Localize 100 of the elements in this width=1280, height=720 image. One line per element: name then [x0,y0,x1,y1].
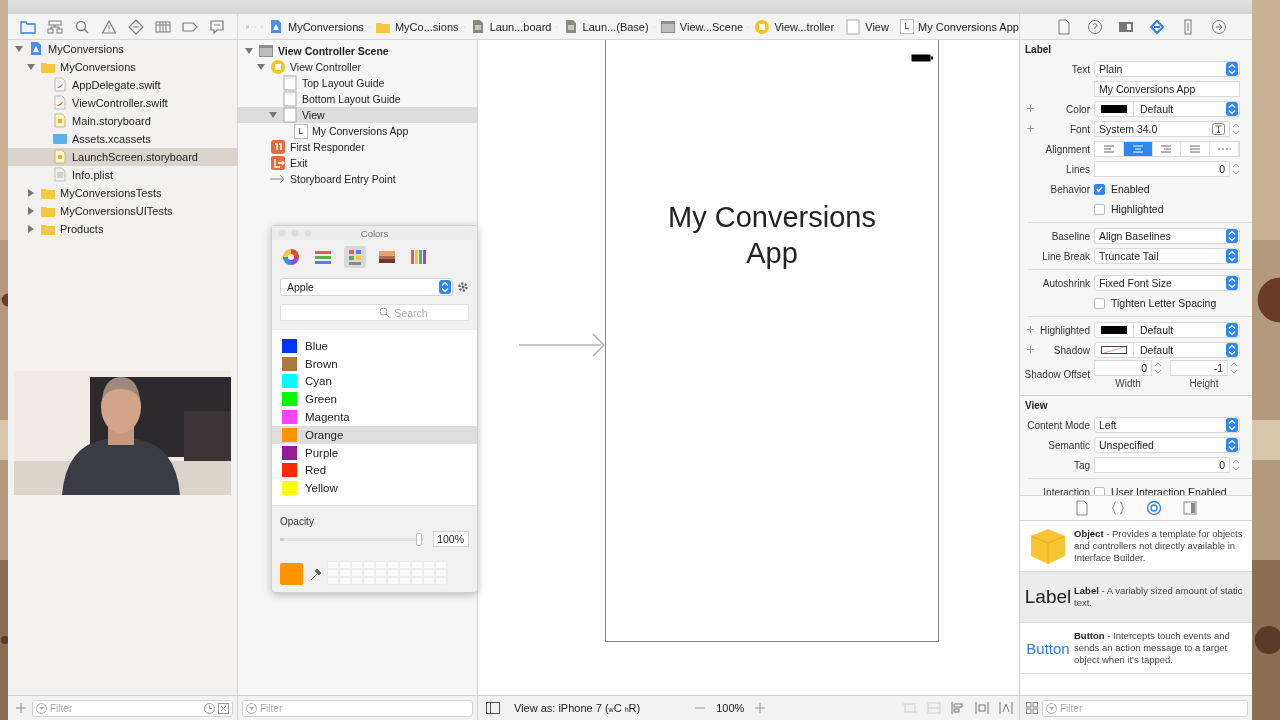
tree-row[interactable]: MyConversionsUITests [8,202,237,220]
tree-row[interactable]: Products [8,220,237,238]
tree-row[interactable]: LaunchScreen.storyboard [8,148,237,166]
checkbox[interactable] [1094,183,1105,195]
color-popup[interactable]: Default [1094,101,1240,117]
tree-row[interactable]: MyConversions [8,40,237,58]
add-icon[interactable] [1027,105,1034,112]
breadcrumb[interactable]: MyConversions [267,18,364,35]
breadcrumb[interactable]: Laun...board [469,18,552,35]
search-icon[interactable] [73,18,90,35]
segment[interactable] [1123,142,1153,156]
color-popup[interactable]: Default [1094,322,1240,338]
tree-row[interactable]: Info.plist [8,166,237,184]
color-item[interactable]: Cyan [272,372,477,391]
mode-tab[interactable] [280,246,302,268]
color-item[interactable]: Yellow [272,479,477,498]
folder-icon[interactable] [19,18,36,35]
current-color-swatch[interactable] [280,562,303,585]
document-icon[interactable] [1055,18,1072,35]
tree-row[interactable]: Top Layout Guide [238,75,477,91]
scm-icon[interactable] [218,702,229,714]
tree-row[interactable]: Assets.xcassets [8,130,237,148]
add-icon[interactable] [1027,125,1034,132]
tree-row[interactable]: Bottom Layout Guide [238,91,477,107]
disclosure-icon[interactable] [26,188,36,198]
number-field[interactable]: -1 [1170,360,1228,376]
popup-button[interactable]: Plain [1094,61,1240,77]
tree-row[interactable]: View [238,107,477,123]
popup-button[interactable]: Left [1094,417,1240,433]
stepper-icon[interactable] [1230,361,1238,375]
resolve-icon[interactable] [999,702,1013,714]
grid-icon[interactable] [1026,702,1038,714]
align-icon[interactable] [951,702,965,714]
stepper-icon[interactable] [1232,162,1240,176]
disclosure-icon[interactable] [26,62,36,72]
tree-row[interactable]: MyConversionsTests [8,184,237,202]
tree-row[interactable]: View Controller Scene [238,43,477,59]
number-field[interactable]: 0 [1094,457,1230,473]
attributes-icon[interactable] [1148,18,1165,35]
popup-button[interactable]: Truncate Tail [1094,248,1240,264]
add-icon[interactable] [1027,346,1034,353]
disclosure-icon[interactable] [26,224,36,234]
warning-icon[interactable] [100,18,117,35]
tree-row[interactable]: First Responder [238,139,477,155]
help-icon[interactable] [1086,18,1103,35]
speech-bubble-icon[interactable] [209,18,226,35]
tree-row[interactable]: ViewController.swift [8,94,237,112]
color-item[interactable]: Red [272,461,477,480]
disclosure-icon[interactable] [268,110,278,120]
popup-button[interactable]: Fixed Font Size [1094,275,1240,291]
tree-row[interactable]: AppDelegate.swift [8,76,237,94]
color-item[interactable]: Orange [272,426,477,444]
file-template-icon[interactable] [1074,500,1090,516]
zoom-in-icon[interactable] [754,702,767,714]
font-picker-icon[interactable] [1212,123,1225,135]
pin-icon[interactable] [975,702,989,714]
breadcrumb[interactable]: Laun...(Base) [562,18,649,35]
font-field[interactable]: System 34.0 [1094,121,1230,137]
breadcrumb[interactable]: View...troller [754,18,835,35]
popup-button[interactable]: Align Baselines [1094,228,1240,244]
clock-icon[interactable] [204,702,215,714]
disclosure-icon[interactable] [256,62,266,72]
disclosure-icon[interactable] [244,46,254,56]
settings-icon[interactable] [457,281,469,293]
stepper-icon[interactable] [1232,122,1240,136]
tree-row[interactable]: MyConversions [8,58,237,76]
opacity-field[interactable]: 100% [433,531,469,547]
list-icon[interactable] [155,18,172,35]
color-item[interactable]: Brown [272,354,477,373]
breadcrumb[interactable]: L My Conversions App [900,19,1019,34]
add-icon[interactable] [16,703,26,713]
popup-button[interactable]: Unspecified [1094,437,1240,453]
breadcrumb[interactable]: View...Scene [659,18,744,35]
color-popup[interactable]: Default [1094,342,1240,358]
diamond-icon[interactable] [128,18,145,35]
color-item[interactable]: Green [272,390,477,409]
tree-row[interactable]: Exit [238,155,477,171]
checkbox[interactable] [1094,203,1105,215]
add-icon[interactable] [1027,326,1034,333]
eyedropper-icon[interactable] [309,566,321,581]
disclosure-icon[interactable] [26,206,36,216]
color-item[interactable]: Blue [272,337,477,355]
slider-thumb[interactable] [416,532,422,546]
tree-row[interactable]: Main.storyboard [8,112,237,130]
alignment-control[interactable] [1094,141,1240,157]
object-library-icon[interactable] [1146,500,1162,516]
hierarchy-icon[interactable] [46,18,63,35]
arrow-circle-icon[interactable] [1210,18,1227,35]
number-field[interactable]: 0 [1094,161,1230,177]
color-item[interactable]: Magenta [272,408,477,426]
checkbox[interactable] [1094,297,1105,309]
stepper-icon[interactable] [1232,458,1240,472]
stepper-icon[interactable] [1154,361,1162,375]
media-icon[interactable] [1182,500,1198,516]
palette-popup[interactable]: Apple [280,278,453,296]
breadcrumb[interactable]: View [845,18,889,35]
disclosure-icon[interactable] [14,44,24,54]
sidebar-icon[interactable] [486,702,500,714]
tree-row[interactable]: Storyboard Entry Point [238,171,477,187]
color-item[interactable]: Purple [272,443,477,462]
